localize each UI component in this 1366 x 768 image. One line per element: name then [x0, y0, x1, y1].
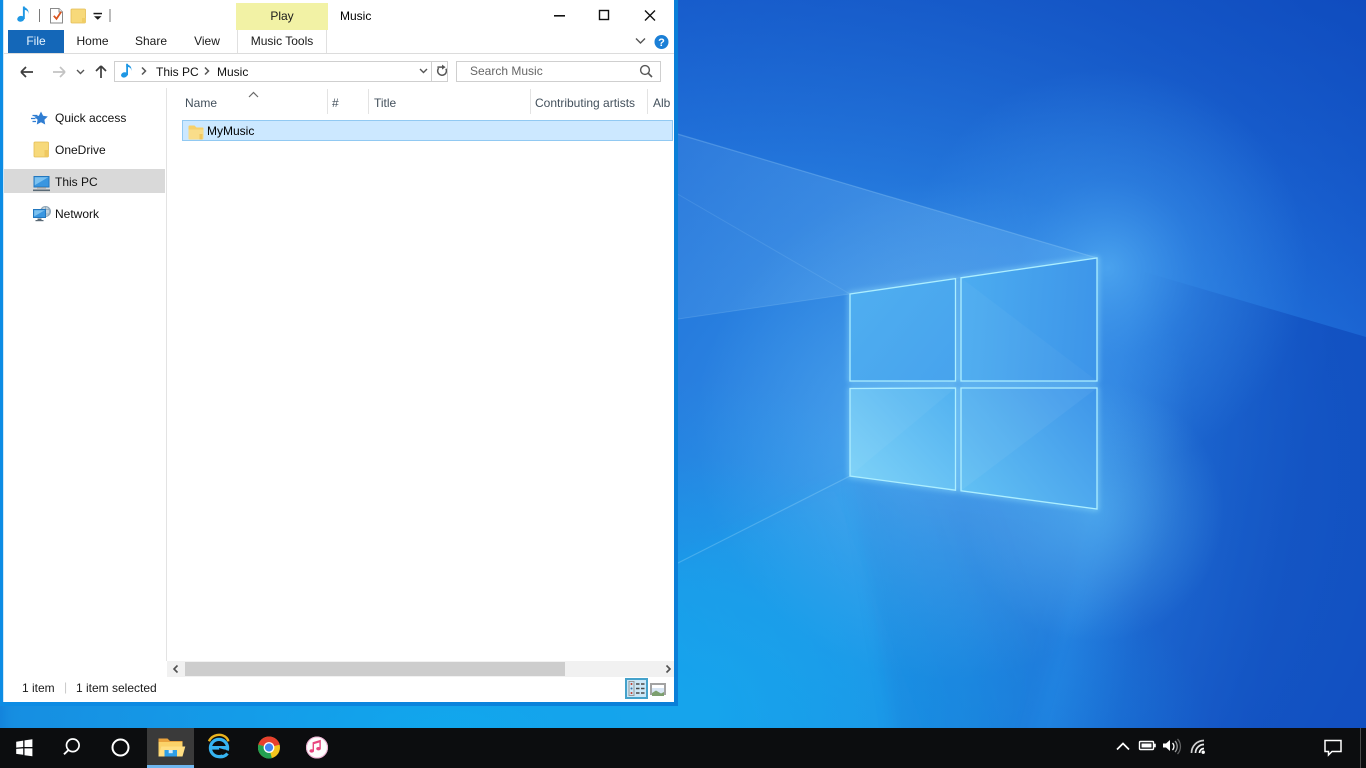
- svg-text:?: ?: [658, 37, 665, 49]
